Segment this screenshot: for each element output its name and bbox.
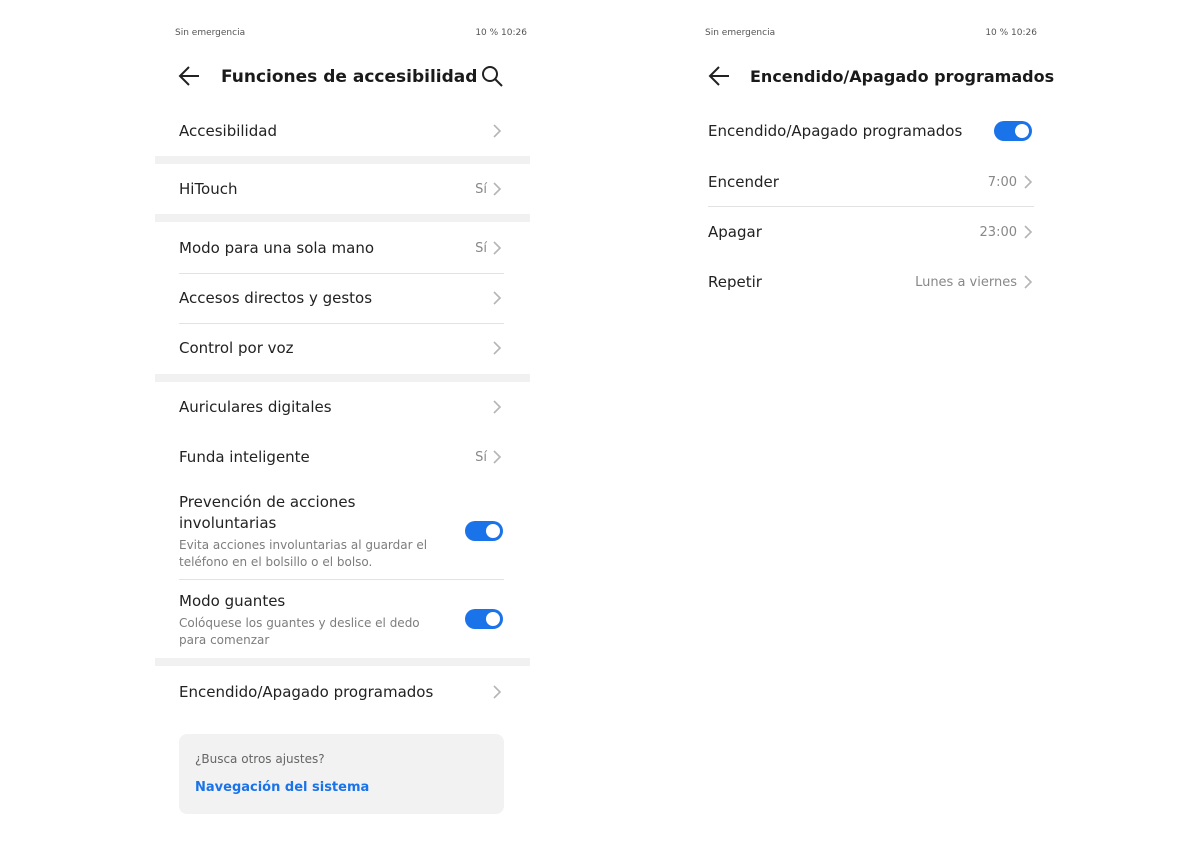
divider — [708, 206, 1034, 207]
list-item-label: Encender — [708, 173, 779, 191]
status-battery-time: 10 % 10:26 — [475, 28, 527, 38]
app-header: Encendido/Apagado programados — [685, 55, 1054, 99]
section-separator — [155, 658, 530, 666]
section-separator — [155, 214, 530, 222]
list-item-shortcuts-gestures[interactable]: Accesos directos y gestos — [155, 274, 530, 322]
list-item-value: Sí — [475, 241, 487, 256]
list-item-label: Modo guantes — [179, 592, 286, 610]
glove-mode-toggle[interactable] — [465, 609, 503, 629]
page-title: Funciones de accesibilidad — [221, 67, 478, 87]
list-item-label: Modo para una sola mano — [179, 239, 375, 257]
list-item-voice-control[interactable]: Control por voz — [155, 324, 530, 372]
list-item-hitouch[interactable]: HiTouch Sí — [155, 166, 530, 212]
list-item-scheduled-master: Encendido/Apagado programados — [685, 108, 1045, 156]
status-battery-time: 10 % 10:26 — [985, 28, 1037, 38]
card-question: ¿Busca otros ajustes? — [195, 752, 325, 766]
list-item-label-line1: Prevención de acciones — [179, 493, 356, 511]
list-item-label: Encendido/Apagado programados — [708, 122, 963, 140]
list-item-label: Accesibilidad — [179, 122, 277, 140]
chevron-right-icon — [1023, 225, 1033, 239]
screen-accessibility-functions: Sin emergencia 10 % 10:26 Funciones de a… — [155, 0, 530, 857]
list-item-glove-mode: Modo guantes Colóquese los guantes y des… — [155, 582, 530, 656]
list-item-description-line1: Evita acciones involuntarias al guardar … — [179, 538, 428, 552]
search-icon[interactable] — [479, 63, 505, 89]
list-item-description-line2: teléfono en el bolsillo o el bolso. — [179, 555, 373, 569]
chevron-right-icon — [1023, 275, 1033, 289]
app-header: Funciones de accesibilidad — [155, 55, 530, 99]
screen-scheduled-power: Sin emergencia 10 % 10:26 Encendido/Apag… — [685, 0, 1054, 857]
page-title: Encendido/Apagado programados — [750, 67, 1055, 86]
list-item-label: Repetir — [708, 273, 762, 291]
list-item-label: Accesos directos y gestos — [179, 289, 373, 307]
chevron-right-icon — [492, 400, 502, 414]
chevron-right-icon — [492, 124, 502, 138]
status-bar: Sin emergencia 10 % 10:26 — [175, 28, 527, 42]
chevron-right-icon — [1023, 175, 1033, 189]
list-item-one-hand-mode[interactable]: Modo para una sola mano Sí — [155, 224, 530, 272]
list-item-repeat[interactable]: Repetir Lunes a viernes — [685, 258, 1045, 306]
list-item-value: 7:00 — [987, 175, 1017, 190]
status-carrier: Sin emergencia — [175, 28, 246, 38]
chevron-right-icon — [492, 291, 502, 305]
section-separator — [155, 374, 530, 382]
list-item-scheduled-power[interactable]: Encendido/Apagado programados — [155, 668, 530, 716]
list-item-power-on[interactable]: Encender 7:00 — [685, 158, 1045, 206]
list-item-value: Sí — [475, 450, 487, 465]
list-item-power-off[interactable]: Apagar 23:00 — [685, 208, 1045, 256]
list-item-label: Encendido/Apagado programados — [179, 683, 434, 701]
status-carrier: Sin emergencia — [705, 28, 776, 38]
section-separator — [155, 156, 530, 164]
list-item-smart-cover[interactable]: Funda inteligente Sí — [155, 434, 530, 482]
list-item-label: Apagar — [708, 223, 762, 241]
list-item-accesibilidad[interactable]: Accesibilidad — [155, 108, 530, 154]
list-item-digital-headphones[interactable]: Auriculares digitales — [155, 384, 530, 432]
status-bar: Sin emergencia 10 % 10:26 — [705, 28, 1037, 42]
chevron-right-icon — [492, 241, 502, 255]
list-item-accidental-touch: Prevención de acciones involuntarias Evi… — [155, 486, 530, 578]
list-item-label: Auriculares digitales — [179, 398, 332, 416]
arrow-left-icon[interactable] — [707, 63, 733, 89]
divider — [179, 579, 504, 580]
chevron-right-icon — [492, 450, 502, 464]
list-item-value: Lunes a viernes — [915, 275, 1017, 290]
list-item-label: HiTouch — [179, 180, 238, 198]
list-item-description-line1: Colóquese los guantes y deslice el dedo — [179, 616, 420, 630]
list-item-value: Sí — [475, 182, 487, 197]
arrow-left-icon[interactable] — [177, 63, 203, 89]
chevron-right-icon — [492, 182, 502, 196]
list-item-description-line2: para comenzar — [179, 633, 270, 647]
list-item-value: 23:00 — [979, 225, 1017, 240]
chevron-right-icon — [492, 341, 502, 355]
list-item-label: Funda inteligente — [179, 448, 310, 466]
scheduled-power-toggle[interactable] — [994, 121, 1032, 141]
accidental-touch-toggle[interactable] — [465, 521, 503, 541]
list-item-label: Control por voz — [179, 339, 294, 357]
other-settings-card: ¿Busca otros ajustes? Navegación del sis… — [179, 734, 504, 814]
chevron-right-icon — [492, 685, 502, 699]
list-item-label-line2: involuntarias — [179, 514, 277, 532]
system-navigation-link[interactable]: Navegación del sistema — [195, 780, 369, 795]
